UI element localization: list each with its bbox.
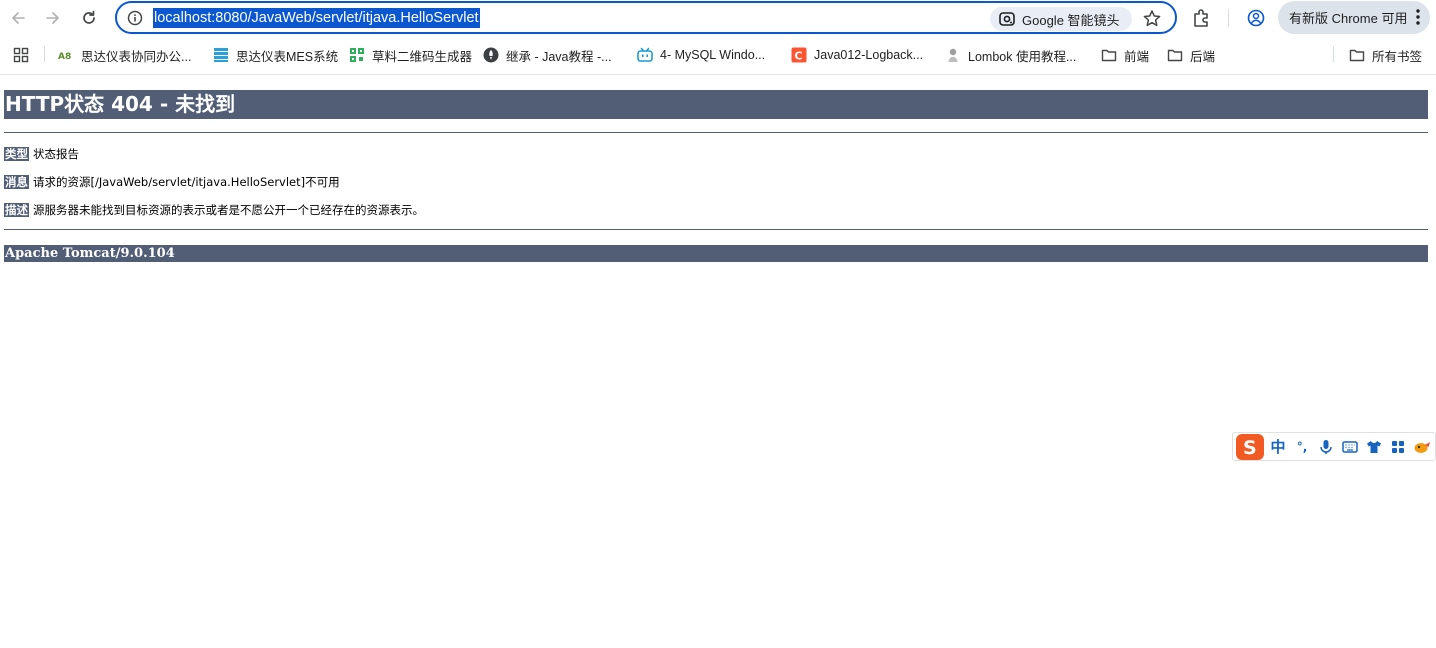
type-value: 状态报告 — [33, 147, 79, 161]
message-value: 请求的资源[/JavaWeb/servlet/itjava.HelloServl… — [33, 175, 340, 189]
site-info-icon[interactable] — [126, 9, 144, 27]
bookmark-label: 草料二维码生成器 — [372, 49, 473, 64]
bookmark-folder-label: 后端 — [1190, 49, 1216, 64]
lens-label: Google 智能镜头 — [1022, 12, 1120, 28]
apps-grid-icon — [13, 47, 29, 63]
skin-shirt-icon[interactable] — [1362, 435, 1386, 459]
bookmark-label: Lombok 使用教程... — [968, 49, 1077, 64]
lombok-favicon — [945, 47, 961, 63]
folder-icon — [1349, 47, 1365, 63]
svg-text:A8: A8 — [58, 52, 71, 62]
divider — [4, 132, 1428, 133]
bookmarks-separator — [44, 46, 45, 62]
page-title: HTTP状态 404 - 未找到 — [4, 90, 1428, 119]
content-divider — [0, 74, 1436, 75]
ime-punctuation-toggle[interactable]: °, — [1290, 435, 1314, 459]
bookmarks-bar: A8 思达仪表协同办公... 思达仪表MES系统 草料二维码生成器 继承 - J… — [0, 40, 1436, 69]
url-text[interactable]: localhost:8080/JavaWeb/servlet/itjava.He… — [153, 8, 480, 28]
bookmark-label: 继承 - Java教程 -... — [506, 49, 612, 64]
extensions-puzzle-icon[interactable] — [1189, 5, 1215, 31]
apps-button[interactable] — [13, 44, 29, 66]
bookmark-item[interactable]: C Java012-Logback... — [791, 44, 923, 66]
lens-icon — [999, 12, 1015, 26]
toolbar-separator — [1228, 9, 1229, 27]
description-row: 描述 源服务器未能找到目标资源的表示或者是不愿公开一个已经存在的资源表示。 — [4, 202, 424, 218]
folder-icon — [1101, 47, 1117, 63]
back-arrow-icon — [12, 12, 25, 24]
ime-toolbar[interactable]: S 中 °, — [1232, 432, 1436, 461]
sogou-logo-icon[interactable]: S — [1234, 432, 1266, 461]
google-lens-chip[interactable]: Google 智能镜头 — [990, 7, 1132, 31]
svg-text:C: C — [794, 49, 802, 62]
description-label: 描述 — [4, 203, 29, 217]
divider — [4, 229, 1428, 230]
microphone-icon[interactable] — [1314, 435, 1338, 459]
folder-icon — [1167, 47, 1183, 63]
toolbox-grid-icon[interactable] — [1386, 435, 1410, 459]
qrcode-favicon — [349, 47, 365, 63]
svg-text:S: S — [1243, 437, 1257, 459]
csdn-favicon: C — [791, 47, 807, 63]
bilibili-favicon — [637, 47, 653, 63]
type-label: 类型 — [4, 147, 29, 161]
bookmark-star-icon[interactable] — [1141, 8, 1163, 30]
bookmark-folder[interactable]: 前端 — [1101, 44, 1149, 66]
bookmark-label: 思达仪表协同办公... — [81, 49, 192, 64]
bookmark-folder[interactable]: 后端 — [1167, 44, 1215, 66]
mascot-icon[interactable] — [1410, 435, 1434, 459]
keyboard-icon[interactable] — [1338, 435, 1362, 459]
back-button[interactable] — [5, 5, 31, 31]
more-menu-icon[interactable] — [1416, 9, 1420, 25]
bookmark-item[interactable]: A8 思达仪表协同办公... — [58, 44, 191, 66]
bookmark-label: Java012-Logback... — [814, 48, 924, 62]
bookmark-folder-label: 前端 — [1124, 49, 1150, 64]
bookmark-label: 思达仪表MES系统 — [236, 49, 339, 64]
bookmark-item[interactable]: 继承 - Java教程 -... — [483, 44, 612, 66]
bookmark-label: 4- MySQL Windo... — [660, 48, 766, 62]
bookmark-item[interactable]: 思达仪表MES系统 — [213, 44, 338, 66]
message-row: 消息 请求的资源[/JavaWeb/servlet/itjava.HelloSer… — [4, 174, 340, 190]
browser-toolbar: localhost:8080/JavaWeb/servlet/itjava.He… — [0, 0, 1436, 36]
rocket-favicon — [483, 47, 499, 63]
all-bookmarks-button[interactable]: 所有书签 — [1349, 44, 1422, 66]
type-row: 类型 状态报告 — [4, 146, 79, 162]
reload-button[interactable] — [76, 5, 102, 31]
ab-favicon: A8 — [58, 47, 74, 63]
forward-button[interactable] — [40, 5, 66, 31]
ime-mode-toggle[interactable]: 中 — [1266, 435, 1290, 459]
message-label: 消息 — [4, 175, 29, 189]
reload-icon — [83, 10, 95, 24]
bookmark-item[interactable]: 4- MySQL Windo... — [637, 44, 765, 66]
description-value: 源服务器未能找到目标资源的表示或者是不愿公开一个已经存在的资源表示。 — [33, 203, 424, 217]
server-footer: Apache Tomcat/9.0.104 — [4, 245, 1428, 262]
address-bar[interactable]: localhost:8080/JavaWeb/servlet/itjava.He… — [115, 1, 1177, 34]
bookmark-item[interactable]: 草料二维码生成器 — [349, 44, 472, 66]
chrome-update-button[interactable]: 有新版 Chrome 可用 — [1278, 1, 1430, 34]
bookmark-item[interactable]: Lombok 使用教程... — [945, 44, 1076, 66]
update-label: 有新版 Chrome 可用 — [1289, 11, 1408, 26]
forward-arrow-icon — [46, 12, 59, 24]
all-bookmarks-label: 所有书签 — [1372, 49, 1423, 64]
stars-favicon — [213, 47, 229, 63]
bookmarks-separator — [1333, 46, 1334, 62]
profile-avatar-icon[interactable] — [1243, 5, 1269, 31]
